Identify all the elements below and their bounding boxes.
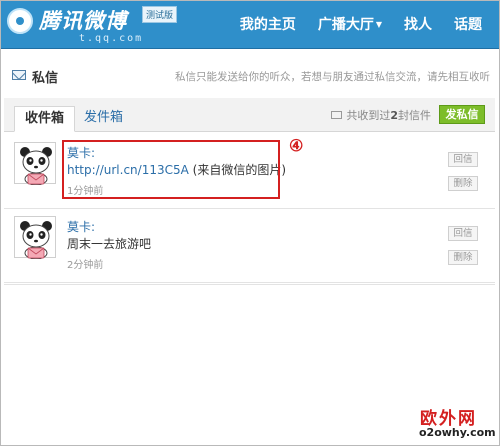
tab-inbox[interactable]: 收件箱: [14, 106, 76, 132]
panda-avatar-icon: [20, 147, 52, 186]
page-note: 私信只能发送给你的听众，若想与朋友通过私信交流，请先相互收听: [175, 71, 490, 83]
delete-button[interactable]: 删除: [448, 250, 478, 265]
highlight-box: [62, 140, 280, 199]
nav-item-find-people[interactable]: 找人: [393, 1, 443, 49]
title-bar: 私信 私信只能发送给你的听众，若想与朋友通过私信交流，请先相互收听: [10, 66, 492, 86]
message-time: 2分钟前: [67, 260, 104, 271]
message-item: 莫卡: http://url.cn/113C5A (来自微信的图片) 1分钟前 …: [4, 137, 495, 209]
beta-badge: 测试版: [142, 6, 178, 23]
tencent-logo-icon[interactable]: [7, 8, 33, 34]
nav-item-topics[interactable]: 话题: [443, 1, 493, 49]
step-number-label: ④: [289, 136, 304, 155]
reply-button[interactable]: 回信: [448, 226, 478, 241]
reply-button[interactable]: 回信: [448, 152, 478, 167]
logo-domain: t.qq.com: [79, 33, 144, 44]
nav-item-my-homepage[interactable]: 我的主页: [229, 1, 307, 49]
chevron-down-icon: ▼: [375, 20, 382, 29]
message-item: 莫卡: 周末一去旅游吧 2分钟前 回信 删除: [4, 211, 495, 283]
nav-item-broadcast-hall[interactable]: 广播大厅 ▼: [307, 1, 393, 49]
watermark-url: o2owhy.com: [419, 426, 496, 439]
page-title: 私信: [32, 71, 59, 86]
received-count-note: 共收到过2封信件: [331, 107, 431, 123]
top-header: 腾讯微博 测试版 t.qq.com 我的主页 广播大厅 ▼ 找人 话题: [1, 1, 499, 49]
panda-avatar-icon: [20, 221, 52, 260]
avatar[interactable]: [14, 216, 56, 260]
sender-name[interactable]: 莫卡:: [67, 218, 95, 235]
main-nav: 我的主页 广播大厅 ▼ 找人 话题: [229, 1, 493, 49]
compose-message-button[interactable]: 发私信: [439, 105, 485, 124]
avatar[interactable]: [14, 142, 56, 186]
logo-text[interactable]: 腾讯微博: [39, 5, 127, 35]
delete-button[interactable]: 删除: [448, 176, 478, 191]
mail-icon: [12, 70, 26, 80]
envelope-icon: [331, 111, 343, 119]
tab-outbox[interactable]: 发件箱: [74, 106, 133, 132]
tabs-bar: 收件箱 发件箱 共收到过2封信件 发私信: [4, 98, 495, 132]
divider: [4, 284, 495, 285]
received-count: 2: [390, 109, 398, 122]
message-text: 周末一去旅游吧: [67, 237, 152, 251]
